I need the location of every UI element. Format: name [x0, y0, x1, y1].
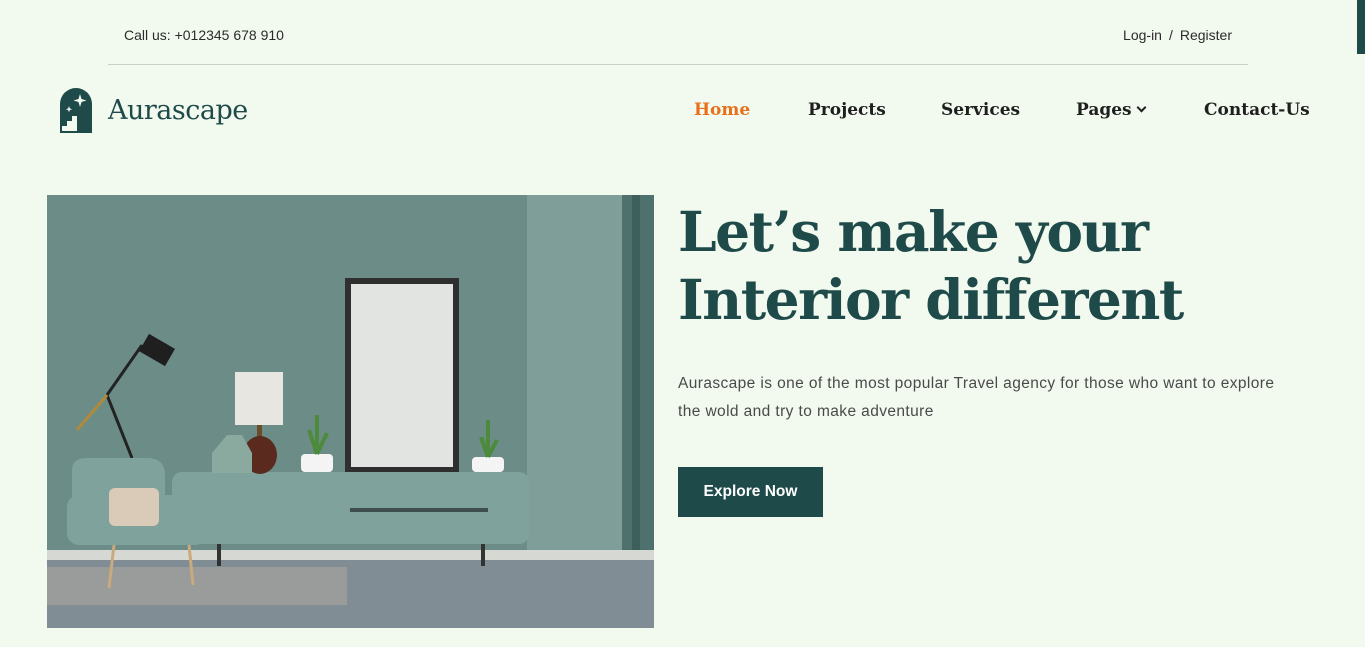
explore-now-button[interactable]: Explore Now [678, 467, 823, 517]
scrollbar-edge [1357, 0, 1365, 54]
headline-line-1: Let’s make your [678, 199, 1149, 264]
register-link[interactable]: Register [1180, 27, 1232, 43]
interior-illustration [47, 195, 654, 628]
main-nav: Home Projects Services Pages Contact-Us [0, 100, 1365, 124]
chevron-down-icon [1136, 102, 1147, 113]
call-us-text: Call us: +012345 678 910 [124, 27, 284, 43]
hero-image [47, 195, 654, 628]
auth-links: Log-in / Register [1123, 27, 1232, 43]
nav-services[interactable]: Services [941, 100, 1020, 120]
nav-contact-us[interactable]: Contact-Us [1204, 100, 1310, 120]
auth-separator: / [1168, 27, 1173, 43]
nav-pages-label: Pages [1076, 100, 1132, 120]
hero-headline: Let’s make your Interior different [678, 198, 1318, 334]
nav-pages[interactable]: Pages [1076, 100, 1147, 120]
login-link[interactable]: Log-in [1123, 27, 1162, 43]
nav-projects[interactable]: Projects [808, 100, 886, 120]
nav-home[interactable]: Home [694, 100, 750, 120]
top-bar: Call us: +012345 678 910 Log-in / Register [108, 0, 1248, 65]
headline-line-2: Interior different [678, 267, 1184, 332]
hero-description: Aurascape is one of the most popular Tra… [678, 375, 1275, 420]
